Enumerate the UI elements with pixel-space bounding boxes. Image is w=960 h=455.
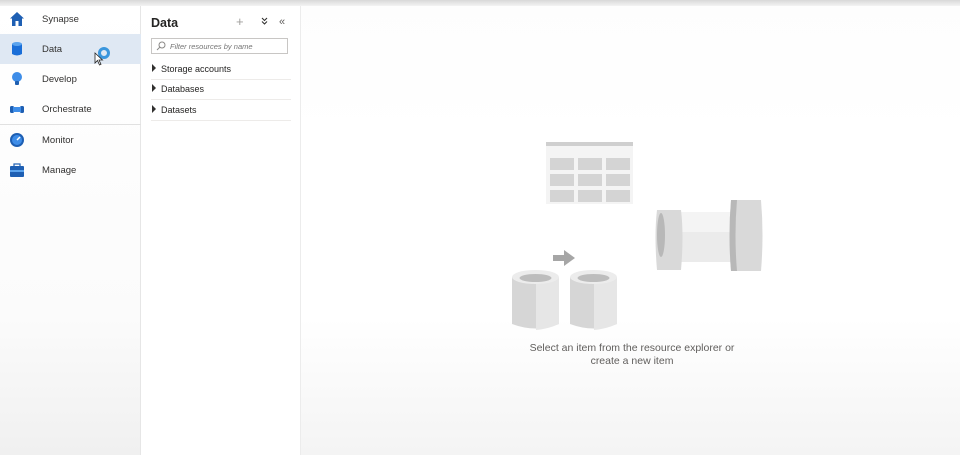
filter-resources-field[interactable] xyxy=(151,38,288,54)
caret-right-icon xyxy=(152,84,156,92)
expand-all-button[interactable] xyxy=(261,16,268,28)
empty-state-line-1: Select an item from the resource explore… xyxy=(529,342,735,354)
nav-item-data[interactable]: Data xyxy=(0,34,141,64)
tree-item-storage-accounts[interactable]: Storage accounts xyxy=(151,60,291,80)
mouse-pointer-icon xyxy=(94,52,104,66)
table-grid-icon xyxy=(546,142,633,204)
database-cylinder-icon xyxy=(512,270,559,330)
database-cylinder-icon xyxy=(570,270,617,330)
tree-item-label: Databases xyxy=(161,84,205,94)
nav-label: Develop xyxy=(42,74,77,85)
main-content-area: Select an item from the resource explore… xyxy=(301,0,960,455)
tree-item-databases[interactable]: Databases xyxy=(151,80,291,100)
nav-label: Synapse xyxy=(42,14,79,25)
nav-item-develop[interactable]: Develop xyxy=(0,64,141,94)
tree-item-datasets[interactable]: Datasets xyxy=(151,101,291,121)
filter-resources-input[interactable] xyxy=(170,41,285,51)
collapse-panel-button[interactable]: « xyxy=(279,16,285,28)
nav-item-manage[interactable]: Manage xyxy=(0,155,141,185)
monitor-gauge-icon xyxy=(9,132,25,148)
data-resource-panel: Data + « Storage accounts Databases Data… xyxy=(141,0,301,455)
nav-item-orchestrate[interactable]: Orchestrate xyxy=(0,94,141,124)
search-icon xyxy=(156,41,166,51)
lightbulb-icon xyxy=(9,71,25,87)
tree-item-label: Storage accounts xyxy=(161,64,232,74)
caret-right-icon xyxy=(152,105,156,113)
nav-label: Manage xyxy=(42,165,77,176)
empty-state-message: Select an item from the resource explore… xyxy=(501,342,763,368)
panel-title: Data xyxy=(151,16,179,30)
nav-label: Data xyxy=(42,44,63,55)
empty-state-line-2: create a new item xyxy=(590,355,674,367)
nav-item-synapse[interactable]: Synapse xyxy=(0,4,141,34)
pipe-connector-icon xyxy=(655,200,763,271)
add-resource-button[interactable]: + xyxy=(236,14,244,29)
toolbox-icon xyxy=(9,162,25,178)
tree-item-label: Datasets xyxy=(161,105,197,115)
nav-item-monitor[interactable]: Monitor xyxy=(0,125,141,155)
caret-right-icon xyxy=(152,64,156,72)
chevron-double-down-icon xyxy=(261,17,268,25)
pipeline-icon xyxy=(9,101,25,117)
empty-state-illustration xyxy=(512,142,763,330)
database-icon xyxy=(9,41,25,57)
nav-label: Orchestrate xyxy=(42,104,92,115)
nav-label: Monitor xyxy=(42,135,74,146)
left-nav: Synapse Data Develop Orchestrate Monitor… xyxy=(0,0,141,455)
top-toolbar-strip xyxy=(0,0,960,6)
home-icon xyxy=(9,11,25,27)
arrow-right-icon xyxy=(553,250,575,266)
